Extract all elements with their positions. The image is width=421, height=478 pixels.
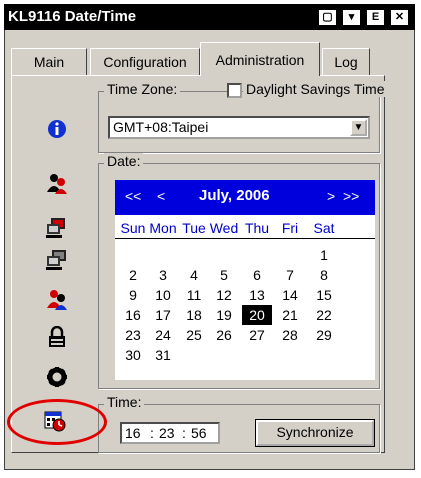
minutes-field[interactable]: 23: [159, 424, 175, 442]
next-month-button[interactable]: >: [327, 188, 335, 204]
gear-icon[interactable]: [46, 366, 68, 388]
timezone-legend: Time Zone:: [104, 81, 181, 97]
tab-log[interactable]: Log: [322, 48, 370, 75]
calendar-day[interactable]: 27: [242, 327, 272, 343]
prev-month-button[interactable]: <: [157, 188, 165, 204]
calendar-day[interactable]: 4: [179, 267, 209, 283]
window-title: KL9116 Date/Time: [8, 8, 137, 25]
weekday-label: Wed: [209, 220, 239, 236]
weekday-label: Sat: [313, 220, 335, 236]
calendar-week-row: 23 24 25 26 27 28 29: [115, 327, 375, 344]
calendar-day[interactable]: 17: [148, 307, 178, 323]
seconds-field[interactable]: 56: [191, 424, 207, 442]
calendar-day[interactable]: 1: [309, 247, 339, 263]
highlight-circle: [7, 399, 107, 445]
calendar-day[interactable]: 28: [275, 327, 305, 343]
synchronize-button[interactable]: Synchronize: [256, 420, 374, 446]
calendar-day[interactable]: 21: [275, 307, 305, 323]
calendar-day[interactable]: 11: [179, 287, 209, 303]
info-icon[interactable]: [46, 118, 68, 140]
calendar-day[interactable]: 22: [309, 307, 339, 323]
network-computer-icon[interactable]: [46, 216, 68, 238]
time-input[interactable]: 16 : 23 : 56: [120, 422, 220, 444]
close-icon[interactable]: ✕: [390, 9, 409, 26]
calendar-day[interactable]: 7: [275, 267, 305, 283]
tab-administration[interactable]: Administration: [200, 42, 320, 76]
window-icon[interactable]: ▢: [318, 9, 337, 26]
calendar-day[interactable]: 10: [148, 287, 178, 303]
time-legend: Time:: [104, 394, 145, 410]
calendar-day[interactable]: 19: [209, 307, 239, 323]
calendar-day[interactable]: 5: [209, 267, 239, 283]
calendar-day[interactable]: 26: [209, 327, 239, 343]
weekday-header: Sun Mon Tue Wed Thu Fri Sat: [115, 220, 375, 239]
computer-icon[interactable]: [46, 248, 68, 270]
calendar-day[interactable]: 29: [309, 327, 339, 343]
lock-icon[interactable]: [46, 325, 68, 348]
calendar-day[interactable]: 15: [309, 287, 339, 303]
calendar-day[interactable]: 24: [148, 327, 178, 343]
calendar-week-row: 2345678: [115, 267, 375, 284]
calendar-day[interactable]: 9: [118, 287, 148, 303]
prev-year-button[interactable]: <<: [125, 188, 141, 204]
calendar-day[interactable]: 3: [148, 267, 178, 283]
calendar-day[interactable]: 13: [242, 287, 272, 303]
user-security-icon[interactable]: [46, 288, 68, 310]
calendar-day[interactable]: 18: [179, 307, 209, 323]
tab-configuration[interactable]: Configuration: [90, 48, 200, 75]
time-separator: :: [182, 425, 186, 441]
weekday-label: Thu: [244, 220, 270, 236]
daylight-savings-checkbox[interactable]: [227, 83, 242, 98]
daylight-savings-label: Daylight Savings Time: [243, 81, 388, 97]
calendar-day[interactable]: 2: [118, 267, 148, 283]
chevron-down-icon[interactable]: ▼: [350, 119, 367, 136]
weekday-label: Tue: [182, 220, 206, 236]
calendar-week-row: 30 31: [115, 347, 375, 364]
calendar-week-row: 1: [115, 247, 375, 264]
calendar-week-row: 9 10 11 12 13 14 15: [115, 287, 375, 304]
calendar-day[interactable]: 6: [242, 267, 272, 283]
date-legend: Date:: [104, 153, 144, 169]
calendar-day[interactable]: 23: [118, 327, 148, 343]
calendar-day[interactable]: 30: [118, 347, 148, 363]
timezone-value: GMT+08:Taipei: [113, 119, 209, 135]
user-management-icon[interactable]: [46, 172, 68, 194]
calendar-day[interactable]: 25: [179, 327, 209, 343]
pin-icon[interactable]: ▾: [342, 9, 361, 26]
next-year-button[interactable]: >>: [343, 188, 359, 204]
calendar-day[interactable]: 14: [275, 287, 305, 303]
calendar-week-row: 16 17 18 19 20 21 22: [115, 305, 375, 325]
calendar-header: << < July, 2006 > >>: [115, 180, 375, 215]
calendar: << < July, 2006 > >> Sun Mon Tue Wed Thu…: [115, 180, 375, 380]
weekday-label: Sun: [120, 220, 146, 236]
weekday-label: Fri: [281, 220, 299, 236]
weekday-label: Mon: [149, 220, 177, 236]
tab-main[interactable]: Main: [11, 48, 87, 75]
calendar-day[interactable]: 20: [242, 305, 272, 325]
month-title: July, 2006: [199, 187, 270, 204]
time-separator: :: [150, 425, 154, 441]
calendar-day[interactable]: 16: [118, 307, 148, 323]
hours-field[interactable]: 16: [125, 424, 141, 442]
calendar-day[interactable]: 31: [148, 347, 178, 363]
timezone-select[interactable]: GMT+08:Taipei ▼: [108, 116, 370, 139]
exit-icon[interactable]: E: [366, 9, 385, 26]
calendar-day[interactable]: 12: [209, 287, 239, 303]
calendar-day[interactable]: 8: [309, 267, 339, 283]
synchronize-label: Synchronize: [276, 424, 354, 440]
